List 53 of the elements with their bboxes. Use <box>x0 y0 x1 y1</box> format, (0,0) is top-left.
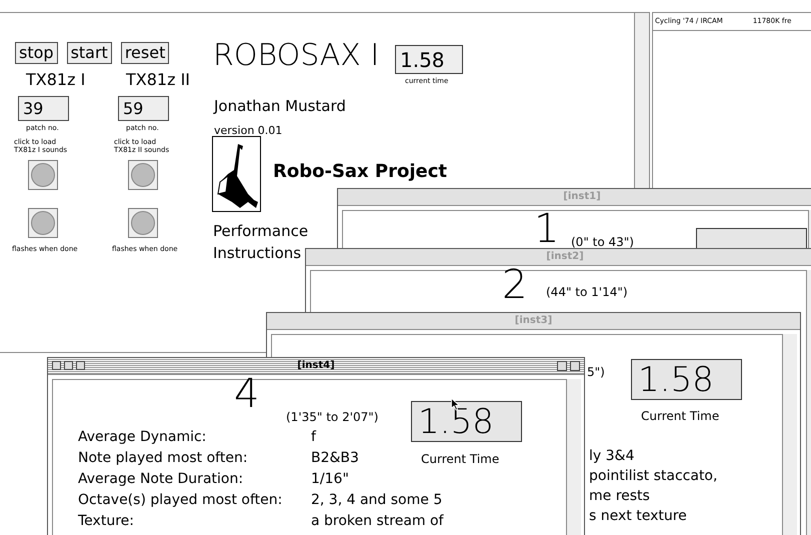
number-box[interactable]: 59 <box>118 96 169 121</box>
time-range: (44" to 1'14") <box>546 284 628 301</box>
time-range: 5") <box>587 364 605 381</box>
time-range: (0" to 43") <box>571 234 634 251</box>
message-button[interactable]: start <box>66 42 112 64</box>
shade-box-icon[interactable] <box>570 361 580 371</box>
bang-button[interactable] <box>128 160 158 190</box>
lock-box-icon[interactable] <box>64 361 73 370</box>
time-range: (1'35" to 2'07") <box>286 409 378 426</box>
number-box[interactable]: 39 <box>18 96 69 121</box>
time-display: 1.58 <box>395 45 463 74</box>
instruction-text: me rests <box>589 487 651 505</box>
row-label: Octave(s) played most often: <box>78 491 284 509</box>
version-text: version 0.01 <box>214 124 282 138</box>
author-name: Jonathan Mustard <box>214 97 346 115</box>
time-label: Current Time <box>641 408 720 425</box>
instructions-link[interactable]: Instructions <box>213 242 308 264</box>
instruction-text: ly 3&4 <box>589 447 636 465</box>
row-label: Texture: <box>78 512 135 530</box>
zoom-box-icon[interactable] <box>557 361 567 371</box>
bang-indicator <box>128 208 158 238</box>
section-number: 2 <box>502 265 528 305</box>
time-label: Current Time <box>421 451 500 468</box>
instruction-text: pointilist staccato, <box>589 467 718 485</box>
message-button[interactable]: stop <box>15 42 58 64</box>
row-value: 1/16" <box>311 470 349 488</box>
row-value: B2&B3 <box>311 449 359 467</box>
instructions-link[interactable]: Performance <box>213 220 308 242</box>
row-label: Average Dynamic: <box>78 428 208 446</box>
row-label: Note played most often: <box>78 449 249 467</box>
collapse-box-icon[interactable] <box>76 361 85 370</box>
project-title: Robo-Sax Project <box>273 161 448 183</box>
saxophone-logo-icon <box>212 136 261 212</box>
bang-button[interactable] <box>28 160 58 190</box>
synth-label: TX81z II <box>125 70 192 90</box>
section-number: 1 <box>534 209 560 249</box>
row-label: Average Note Duration: <box>78 470 244 488</box>
time-display: 1.58 <box>631 359 742 400</box>
message-button[interactable]: reset <box>120 42 170 64</box>
scrollbar[interactable] <box>782 334 797 535</box>
synth-label: TX81z I <box>25 70 86 90</box>
section-number: 4 <box>234 374 260 414</box>
time-display: 1.58 <box>411 401 522 442</box>
scrollbar[interactable] <box>566 379 581 535</box>
row-value: a broken stream of <box>311 512 444 530</box>
row-value: f <box>311 428 316 446</box>
bang-indicator <box>28 208 58 238</box>
instruction-text: s next texture <box>589 507 688 525</box>
scrollbar[interactable] <box>634 13 649 189</box>
row-value: 2, 3, 4 and some 5 <box>311 491 442 509</box>
patch-title: ROBOSAX I <box>213 39 380 73</box>
window-title: [inst4] <box>296 361 336 371</box>
close-box-icon[interactable] <box>52 361 61 370</box>
